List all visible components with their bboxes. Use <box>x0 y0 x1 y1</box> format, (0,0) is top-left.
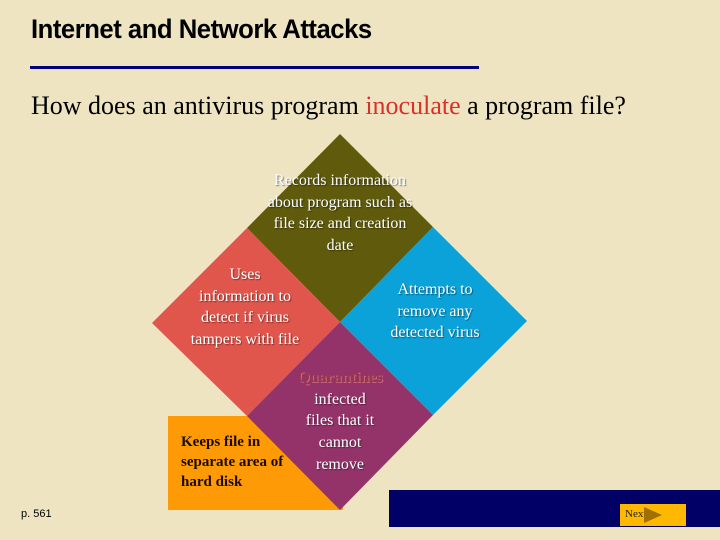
records-text: Records information about program such a… <box>267 172 413 255</box>
quarantines-rest: infected files that it cannot remove <box>305 390 375 473</box>
play-arrow-icon <box>644 507 662 523</box>
attempts-text: Attempts to remove any detected virus <box>390 281 480 342</box>
uses-text: Uses information to detect if virus tamp… <box>190 266 300 349</box>
quarantines-word: Quarantines <box>297 369 383 386</box>
next-button[interactable]: Next <box>620 504 686 526</box>
page-reference: p. 561 <box>21 508 52 520</box>
keeps-text: Keeps file in separate area of hard disk <box>181 434 284 490</box>
